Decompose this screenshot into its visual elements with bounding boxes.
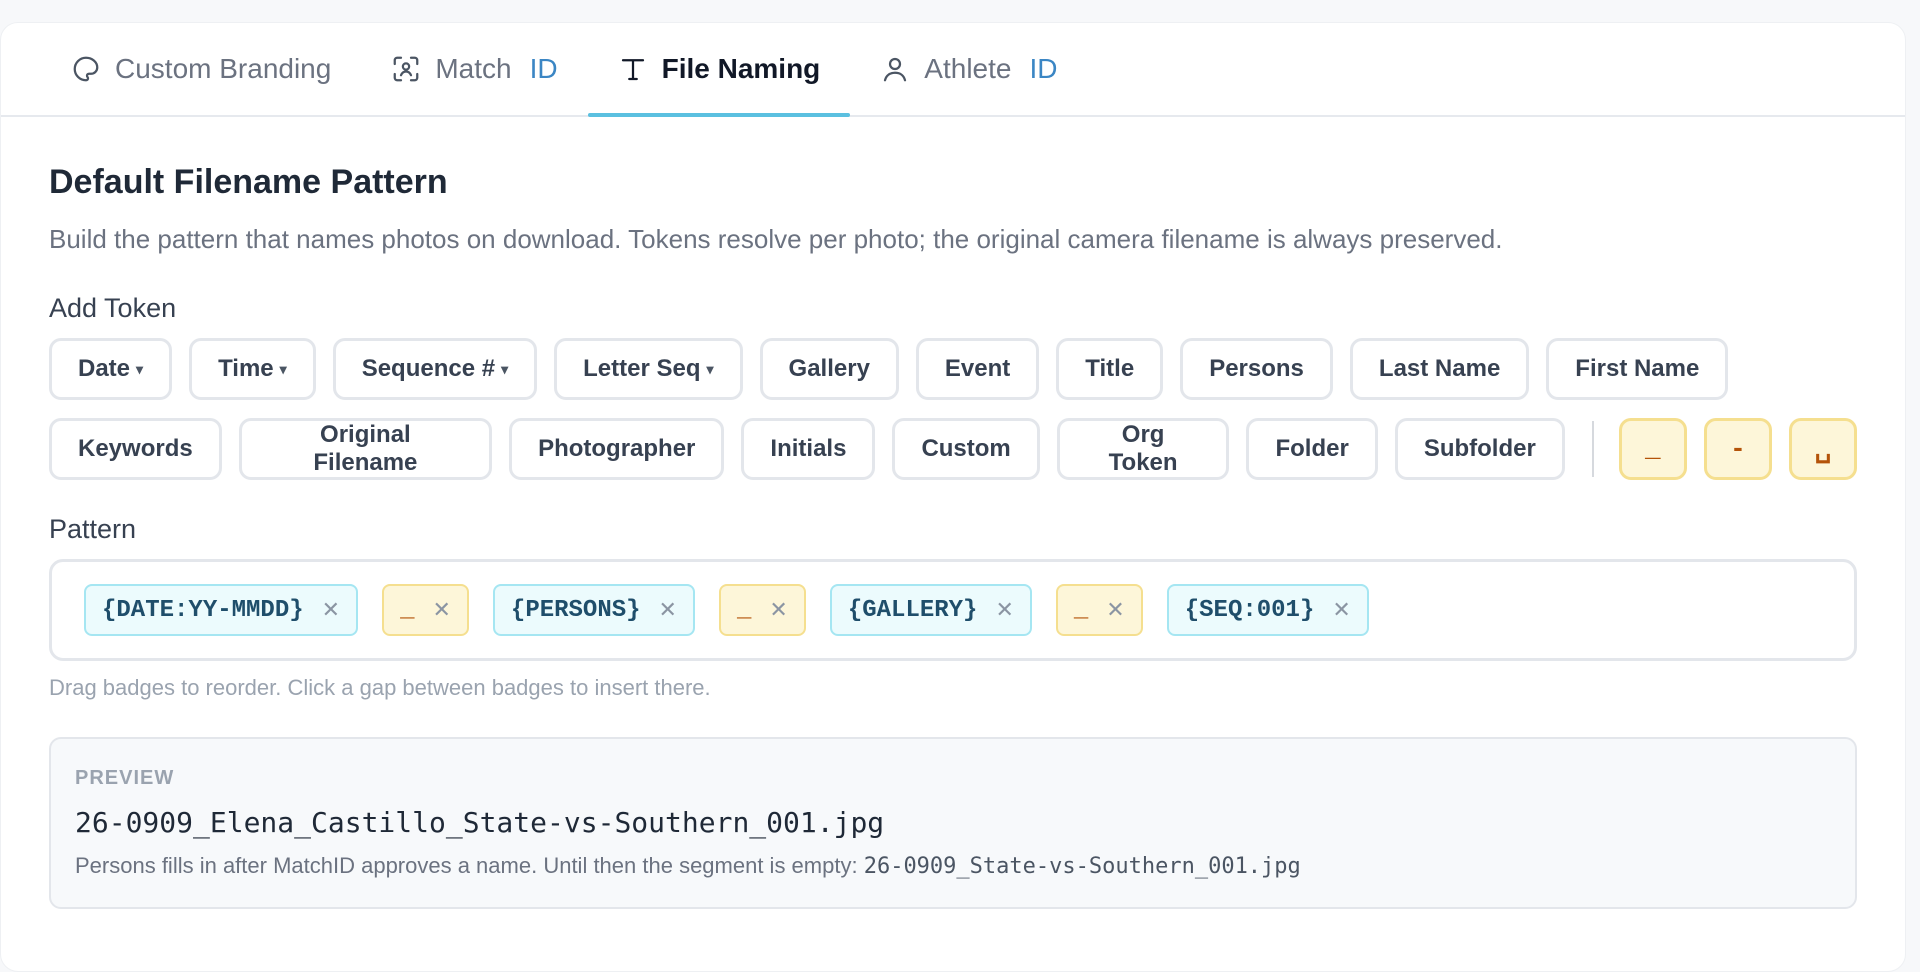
add-token-folder[interactable]: Folder (1246, 418, 1378, 480)
remove-icon[interactable]: ✕ (1332, 598, 1350, 623)
preview-panel: PREVIEW 26-0909_Elena_Castillo_State-vs-… (49, 737, 1857, 909)
pattern-token-badge[interactable]: {SEQ:001} ✕ (1166, 584, 1369, 636)
token-label: Persons (1209, 355, 1304, 382)
tab-label-suffix: ID (529, 53, 558, 84)
remove-icon[interactable]: ✕ (1106, 598, 1124, 623)
pattern-token-badge[interactable]: {GALLERY} ✕ (829, 584, 1032, 636)
token-label: Time (218, 355, 274, 382)
add-token-letter-seq[interactable]: Letter Seq ▾ (554, 338, 743, 400)
token-label: Original Filename (313, 421, 418, 476)
add-token-keywords[interactable]: Keywords (49, 418, 222, 480)
add-separator-underscore-button[interactable]: _ (1618, 418, 1687, 480)
add-token-photographer[interactable]: Photographer (509, 418, 725, 480)
preview-note-example: 26-0909_State-vs-Southern_001.jpg (863, 854, 1301, 879)
tab-label: Match (435, 53, 512, 84)
face-scan-icon (391, 54, 421, 84)
settings-card: Custom Branding Match ID File Naming Athlete… (0, 22, 1906, 972)
add-token-time[interactable]: Time ▾ (189, 338, 316, 400)
palette-icon (71, 54, 101, 84)
caret-down-icon: ▾ (706, 360, 714, 377)
token-label: First Name (1575, 355, 1700, 382)
add-token-sequence[interactable]: Sequence # ▾ (332, 338, 538, 400)
preview-note-text: Persons fills in after MatchID approves … (75, 853, 864, 878)
token-label: Folder (1275, 435, 1349, 462)
add-token-initials[interactable]: Initials (741, 418, 876, 480)
remove-icon[interactable]: ✕ (322, 598, 340, 623)
pattern-builder[interactable]: {DATE:YY-MMDD} ✕ _ ✕ {PERSONS} ✕ _ ✕ {GALLERY} ✕ _… (49, 559, 1857, 661)
remove-icon[interactable]: ✕ (659, 598, 677, 623)
text-icon (618, 54, 648, 84)
token-label: Keywords (78, 435, 193, 462)
caret-down-icon: ▾ (501, 360, 509, 377)
preview-note: Persons fills in after MatchID approves … (75, 853, 1831, 879)
token-label: Gallery (788, 355, 870, 382)
add-token-custom[interactable]: Custom (892, 418, 1040, 480)
token-row-1: Date ▾ Time ▾ Sequence # ▾ Letter Seq ▾ Gallery E… (49, 338, 1857, 400)
preview-filename: 26-0909_Elena_Castillo_State-vs-Southern… (75, 806, 885, 839)
section-description: Build the pattern that names photos on d… (49, 224, 1503, 254)
token-label: Date (78, 355, 131, 382)
pattern-separator-badge[interactable]: _ ✕ (1055, 584, 1143, 636)
add-token-subfolder[interactable]: Subfolder (1394, 418, 1565, 480)
add-token-gallery[interactable]: Gallery (759, 338, 899, 400)
pattern-separator-badge[interactable]: _ ✕ (718, 584, 806, 636)
add-separator-hyphen-button[interactable]: - (1703, 418, 1772, 480)
tab-label: File Naming (661, 53, 821, 84)
user-icon (880, 54, 910, 84)
caret-down-icon: ▾ (136, 360, 144, 377)
token-label: Letter Seq (583, 355, 701, 382)
add-token-first-name[interactable]: First Name (1546, 338, 1729, 400)
badge-text: {DATE:YY-MMDD} (102, 596, 304, 624)
token-label: Initials (770, 435, 847, 462)
tab-custom-branding[interactable]: Custom Branding (41, 23, 361, 115)
preview-label: PREVIEW (75, 767, 175, 789)
badge-text: _ (736, 596, 752, 624)
badge-text: _ (400, 596, 415, 624)
add-token-last-name[interactable]: Last Name (1349, 338, 1530, 400)
pattern-hint: Drag badges to reorder. Click a gap betw… (49, 675, 711, 700)
add-token-original-filename[interactable]: Original Filename (238, 418, 493, 480)
token-label: Event (944, 355, 1011, 382)
badge-text: {SEQ:001} (1184, 596, 1315, 624)
tab-file-naming[interactable]: File Naming (587, 23, 851, 117)
token-label: Subfolder (1423, 435, 1536, 462)
tab-match-id[interactable]: Match ID (361, 23, 587, 115)
token-row-2: Keywords Original Filename Photographer Ini… (49, 418, 1857, 480)
badge-text: {PERSONS} (510, 596, 641, 624)
token-label: Last Name (1378, 355, 1501, 382)
token-label: Custom (921, 435, 1011, 462)
add-token-org-token[interactable]: Org Token (1056, 418, 1230, 480)
token-label: Org Token (1108, 421, 1178, 476)
pattern-token-badge[interactable]: {PERSONS} ✕ (492, 584, 695, 636)
tab-label: Custom Branding (115, 53, 332, 84)
badge-text: {GALLERY} (847, 596, 978, 624)
pattern-separator-badge[interactable]: _ ✕ (382, 584, 469, 636)
remove-icon[interactable]: ✕ (769, 598, 787, 623)
remove-icon[interactable]: ✕ (995, 598, 1013, 623)
add-token-label: Add Token (49, 293, 177, 323)
tab-bar: Custom Branding Match ID File Naming Athlete… (1, 23, 1905, 117)
section-title: Default Filename Pattern (49, 163, 448, 201)
add-separator-space-button[interactable]: ␣ (1788, 418, 1857, 480)
add-token-persons[interactable]: Persons (1180, 338, 1333, 400)
file-naming-panel: Default Filename Pattern Build the patte… (49, 117, 1857, 909)
token-label: Sequence # (361, 355, 496, 382)
add-token-date[interactable]: Date ▾ (49, 338, 173, 400)
add-token-title[interactable]: Title (1056, 338, 1164, 400)
token-label: Title (1085, 355, 1135, 382)
tab-label: Athlete (924, 53, 1012, 84)
separator-divider (1591, 421, 1594, 477)
token-label: Photographer (538, 435, 696, 462)
caret-down-icon: ▾ (279, 360, 287, 377)
add-token-event[interactable]: Event (915, 338, 1040, 400)
pattern-token-badge[interactable]: {DATE:YY-MMDD} ✕ (84, 584, 359, 636)
tab-label-suffix: ID (1029, 53, 1058, 84)
pattern-label: Pattern (49, 514, 137, 544)
tab-athlete-id[interactable]: Athlete ID (850, 23, 1087, 115)
remove-icon[interactable]: ✕ (432, 598, 450, 623)
badge-text: _ (1073, 596, 1089, 624)
